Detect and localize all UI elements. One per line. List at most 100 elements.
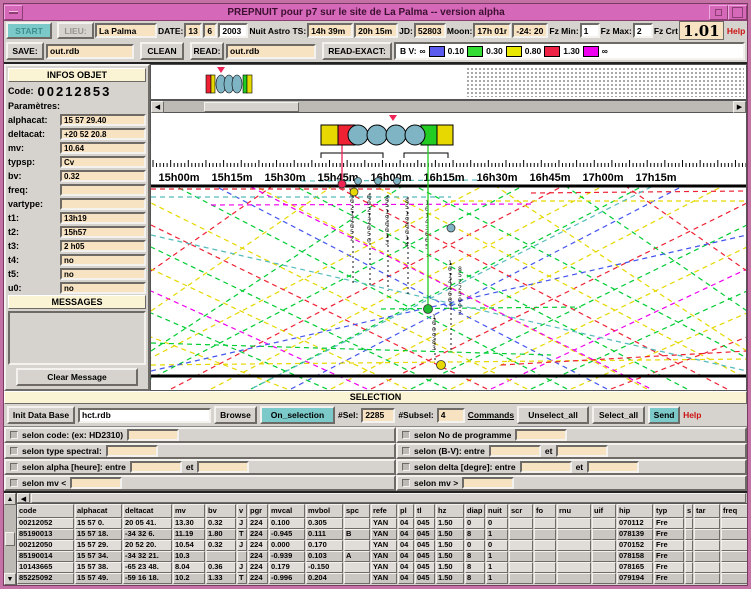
table-header-cell[interactable]: tl [415,504,435,518]
object-param-field[interactable]: 15h57 [60,226,146,238]
object-param-field[interactable] [60,198,146,210]
table-header-cell[interactable]: mvbol [306,504,343,518]
criteria-input[interactable] [462,477,514,489]
criteria-checkbox[interactable] [10,463,18,471]
table-header-cell[interactable]: mv [173,504,205,518]
criteria-input[interactable] [70,477,122,489]
fzmax-input[interactable] [633,23,653,38]
criteria-input[interactable] [489,445,541,457]
vscroll-thumb[interactable] [5,532,15,546]
criteria-checkbox[interactable] [10,447,18,455]
table-header-cell[interactable]: hip [617,504,653,518]
criteria-checkbox[interactable] [10,431,18,439]
date-year-input[interactable] [218,23,248,38]
unselect-all-button[interactable]: Unselect_all [517,406,589,424]
browse-button[interactable]: Browse [214,406,257,424]
criteria-input[interactable] [556,445,608,457]
moon-ra-input[interactable] [473,23,511,38]
title-bar[interactable]: PREPNUIT pour p7 sur le site de La Palma… [4,4,747,21]
visibility-plot[interactable]: 15h00m15h15m15h30m15h45m16h00m16h15m16h3… [151,113,746,390]
object-param-field[interactable]: no [60,282,146,294]
table-header-cell[interactable]: freq [721,504,747,518]
object-param-field[interactable] [60,184,146,196]
fzmin-input[interactable] [580,23,600,38]
clean-button[interactable]: CLEAN [140,42,184,60]
object-param-field[interactable]: 15 57 29.40 [60,114,146,126]
table-header-cell[interactable]: code [17,504,74,518]
object-param-field[interactable]: +20 52 20.8 [60,128,146,140]
table-header-cell[interactable]: pgr [248,504,268,518]
table-row[interactable]: 8522509215 57 49.-59 16 18.10.21.33T224-… [17,573,747,584]
table-row[interactable]: 0021205015 57 29.20 52 20.10.540.32J2240… [17,540,747,551]
table-header-cell[interactable]: rnu [557,504,591,518]
clear-message-button[interactable]: Clear Message [16,368,138,386]
table-header-cell[interactable]: diap [465,504,485,518]
help-button-selection[interactable]: Help [683,410,701,420]
object-param-field[interactable]: 10.64 [60,142,146,154]
table-header-cell[interactable]: mvcal [269,504,305,518]
table-hscroll-thumb[interactable] [31,493,746,503]
table-row[interactable]: 8519001315 57 18.-34 32 6.11.191.80T224-… [17,529,747,540]
table-header-cell[interactable]: deltacat [123,504,172,518]
table-header-cell[interactable]: v [237,504,247,518]
chart-scrollbar[interactable]: ◀ ▶ [151,101,746,113]
criteria-checkbox[interactable] [402,447,410,455]
database-input[interactable] [78,408,211,423]
help-button-top[interactable]: Help [727,26,745,36]
moon-dec-input[interactable] [512,23,548,38]
criteria-input[interactable] [127,429,179,441]
read-exact-button[interactable]: READ-EXACT: [322,42,392,60]
restore-button[interactable] [709,5,728,20]
lieu-input[interactable] [95,23,157,38]
chart-overview-strip[interactable] [151,65,746,101]
table-header-cell[interactable]: fo [534,504,556,518]
criteria-input[interactable] [197,461,249,473]
save-button[interactable]: SAVE: [6,42,44,60]
sel-count-input[interactable] [361,408,395,423]
read-button[interactable]: READ: [190,42,224,60]
object-param-field[interactable]: 0.32 [60,170,146,182]
scroll-left-icon[interactable]: ◀ [151,101,164,113]
object-param-field[interactable]: no [60,254,146,266]
save-file-input[interactable] [46,44,134,59]
table-header-cell[interactable]: pl [398,504,414,518]
table-header-cell[interactable]: tar [694,504,720,518]
criteria-input[interactable] [515,429,567,441]
jd-input[interactable] [414,23,446,38]
table-vscrollbar[interactable]: ▲ ▼ [4,493,17,585]
criteria-checkbox[interactable] [402,431,410,439]
criteria-input[interactable] [587,461,639,473]
table-hscrollbar[interactable]: ◀ [17,493,747,504]
table-header-cell[interactable]: refe [371,504,397,518]
table-header-cell[interactable]: alphacat [75,504,122,518]
on-selection-button[interactable]: On_selection [260,406,335,424]
table-row[interactable]: 1014366515 57 38.-65 23 48.8.040.36J2240… [17,562,747,573]
scroll-right-icon[interactable]: ▶ [733,101,746,113]
table-header-cell[interactable]: s [685,504,693,518]
table-header-cell[interactable]: bv [206,504,236,518]
select-all-button[interactable]: Select_all [592,406,645,424]
object-param-field[interactable]: Cv [60,156,146,168]
criteria-checkbox[interactable] [402,463,410,471]
date-month-input[interactable] [203,23,217,38]
scroll-thumb[interactable] [204,102,299,112]
object-param-field[interactable]: 13h19 [60,212,146,224]
subsel-count-input[interactable] [437,408,465,423]
table-header-cell[interactable]: typ [654,504,684,518]
object-param-field[interactable]: no [60,268,146,280]
minimize-button[interactable] [4,5,23,20]
criteria-input[interactable] [520,461,572,473]
read-file-input[interactable] [226,44,316,59]
scroll-up-icon[interactable]: ▲ [4,493,16,505]
criteria-input[interactable] [106,445,158,457]
table-header-cell[interactable]: nuit [486,504,508,518]
criteria-checkbox[interactable] [402,479,410,487]
start-button[interactable]: START [6,22,52,39]
init-db-button[interactable]: Init Data Base [7,406,75,424]
lieu-button[interactable]: LIEU: [57,22,94,39]
table-header-cell[interactable]: hz [436,504,464,518]
scroll-down-icon[interactable]: ▼ [4,573,16,585]
table-header-cell[interactable]: uif [592,504,616,518]
commands-menu[interactable]: Commands [468,410,514,420]
table-row[interactable]: 0021205215 57 0.20 05 41.13.300.32J2240.… [17,518,747,529]
